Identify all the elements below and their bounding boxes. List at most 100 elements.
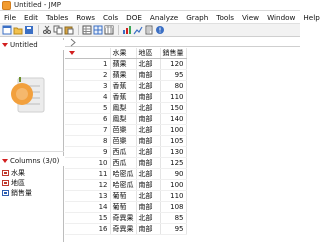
menu-item-analyze[interactable]: Analyze	[146, 13, 182, 22]
table-row[interactable]: 8 芭樂 南部 105	[65, 135, 187, 147]
save-icon[interactable]	[24, 25, 34, 35]
row-number[interactable]: 8	[65, 135, 111, 147]
fruit-cell[interactable]: 哈密瓜	[110, 168, 137, 180]
region-cell[interactable]: 北部	[136, 146, 161, 158]
column-list-item[interactable]: 銷售量	[2, 188, 32, 197]
cut-icon[interactable]	[42, 25, 52, 35]
fruit-cell[interactable]: 葡萄	[110, 190, 137, 202]
fruit-cell[interactable]: 香蕉	[110, 80, 137, 92]
row-number[interactable]: 1	[65, 58, 111, 70]
sales-cell[interactable]: 95	[160, 223, 187, 235]
column-header[interactable]: 銷售量	[160, 48, 187, 59]
menu-item-rows[interactable]: Rows	[72, 13, 99, 22]
table-row[interactable]: 13 葡萄 北部 110	[65, 190, 187, 202]
help-icon[interactable]	[155, 25, 165, 35]
fruit-cell[interactable]: 奇異果	[110, 212, 137, 224]
table-row[interactable]: 15 奇異果 北部 85	[65, 212, 187, 224]
fruit-cell[interactable]: 香蕉	[110, 91, 137, 103]
table-row[interactable]: 16 奇異果 南部 95	[65, 223, 187, 235]
sales-cell[interactable]: 130	[160, 146, 187, 158]
collapse-arrow-icon[interactable]	[68, 38, 78, 47]
red-triangle-icon[interactable]	[69, 51, 75, 55]
table-row[interactable]: 9 西瓜 北部 130	[65, 146, 187, 158]
menu-item-tables[interactable]: Tables	[42, 13, 72, 22]
row-number[interactable]: 16	[65, 223, 111, 235]
sales-cell[interactable]: 125	[160, 157, 187, 169]
columns-icon[interactable]	[104, 25, 114, 35]
sales-cell[interactable]: 108	[160, 201, 187, 213]
table-row[interactable]: 6 鳳梨 南部 140	[65, 113, 187, 125]
fruit-cell[interactable]: 鳳梨	[110, 113, 137, 125]
region-cell[interactable]: 北部	[136, 124, 161, 136]
row-corner[interactable]	[65, 48, 111, 59]
region-cell[interactable]: 北部	[136, 102, 161, 114]
menu-item-view[interactable]: View	[238, 13, 263, 22]
column-header[interactable]: 地區	[136, 48, 161, 59]
menu-item-graph[interactable]: Graph	[182, 13, 212, 22]
row-number[interactable]: 10	[65, 157, 111, 169]
table-panel-header[interactable]: Untitled	[0, 40, 64, 50]
row-number[interactable]: 7	[65, 124, 111, 136]
fruit-cell[interactable]: 西瓜	[110, 157, 137, 169]
copy-icon[interactable]	[53, 25, 63, 35]
menu-item-cols[interactable]: Cols	[99, 13, 122, 22]
table-row[interactable]: 14 葡萄 南部 108	[65, 201, 187, 213]
row-number[interactable]: 13	[65, 190, 111, 202]
region-cell[interactable]: 北部	[136, 168, 161, 180]
row-number[interactable]: 5	[65, 102, 111, 114]
fruit-cell[interactable]: 葡萄	[110, 201, 137, 213]
sales-cell[interactable]: 110	[160, 190, 187, 202]
region-cell[interactable]: 南部	[136, 223, 161, 235]
menu-item-window[interactable]: Window	[263, 13, 299, 22]
new-table-icon[interactable]	[2, 25, 12, 35]
row-number[interactable]: 11	[65, 168, 111, 180]
table-row[interactable]: 2 蘋果 南部 95	[65, 69, 187, 81]
region-cell[interactable]: 南部	[136, 157, 161, 169]
sales-cell[interactable]: 140	[160, 113, 187, 125]
region-cell[interactable]: 北部	[136, 212, 161, 224]
sales-cell[interactable]: 110	[160, 91, 187, 103]
column-list-item[interactable]: 水果	[2, 168, 25, 177]
sales-cell[interactable]: 150	[160, 102, 187, 114]
chart-icon[interactable]	[122, 25, 132, 35]
table-row[interactable]: 12 哈密瓜 南部 100	[65, 179, 187, 191]
table-row[interactable]: 7 芭樂 北部 100	[65, 124, 187, 136]
region-cell[interactable]: 南部	[136, 135, 161, 147]
sales-cell[interactable]: 100	[160, 124, 187, 136]
region-cell[interactable]: 南部	[136, 69, 161, 81]
fruit-cell[interactable]: 蘋果	[110, 69, 137, 81]
red-triangle-icon[interactable]	[2, 43, 8, 47]
region-cell[interactable]: 北部	[136, 80, 161, 92]
table-row[interactable]: 11 哈密瓜 北部 90	[65, 168, 187, 180]
table-row[interactable]: 3 香蕉 北部 80	[65, 80, 187, 92]
sales-cell[interactable]: 80	[160, 80, 187, 92]
menu-item-help[interactable]: Help	[299, 13, 320, 22]
row-number[interactable]: 3	[65, 80, 111, 92]
menu-item-tools[interactable]: Tools	[212, 13, 238, 22]
region-cell[interactable]: 南部	[136, 91, 161, 103]
region-cell[interactable]: 北部	[136, 58, 161, 70]
sales-cell[interactable]: 105	[160, 135, 187, 147]
sales-cell[interactable]: 95	[160, 69, 187, 81]
fruit-cell[interactable]: 蘋果	[110, 58, 137, 70]
fruit-cell[interactable]: 西瓜	[110, 146, 137, 158]
table-row[interactable]: 4 香蕉 南部 110	[65, 91, 187, 103]
region-cell[interactable]: 北部	[136, 190, 161, 202]
region-cell[interactable]: 南部	[136, 179, 161, 191]
region-cell[interactable]: 南部	[136, 201, 161, 213]
table-row[interactable]: 1 蘋果 北部 120	[65, 58, 187, 70]
grid-icon[interactable]	[93, 25, 103, 35]
paste-icon[interactable]	[64, 25, 74, 35]
columns-panel-header[interactable]: Columns (3/0)	[0, 156, 64, 166]
sales-cell[interactable]: 90	[160, 168, 187, 180]
menu-item-file[interactable]: File	[0, 13, 20, 22]
column-header[interactable]: 水果	[110, 48, 137, 59]
menu-item-doe[interactable]: DOE	[122, 13, 146, 22]
data-table-icon[interactable]	[82, 25, 92, 35]
open-folder-icon[interactable]	[13, 25, 23, 35]
table-row[interactable]: 10 西瓜 南部 125	[65, 157, 187, 169]
region-cell[interactable]: 南部	[136, 113, 161, 125]
fruit-cell[interactable]: 奇異果	[110, 223, 137, 235]
row-number[interactable]: 2	[65, 69, 111, 81]
fruit-cell[interactable]: 哈密瓜	[110, 179, 137, 191]
